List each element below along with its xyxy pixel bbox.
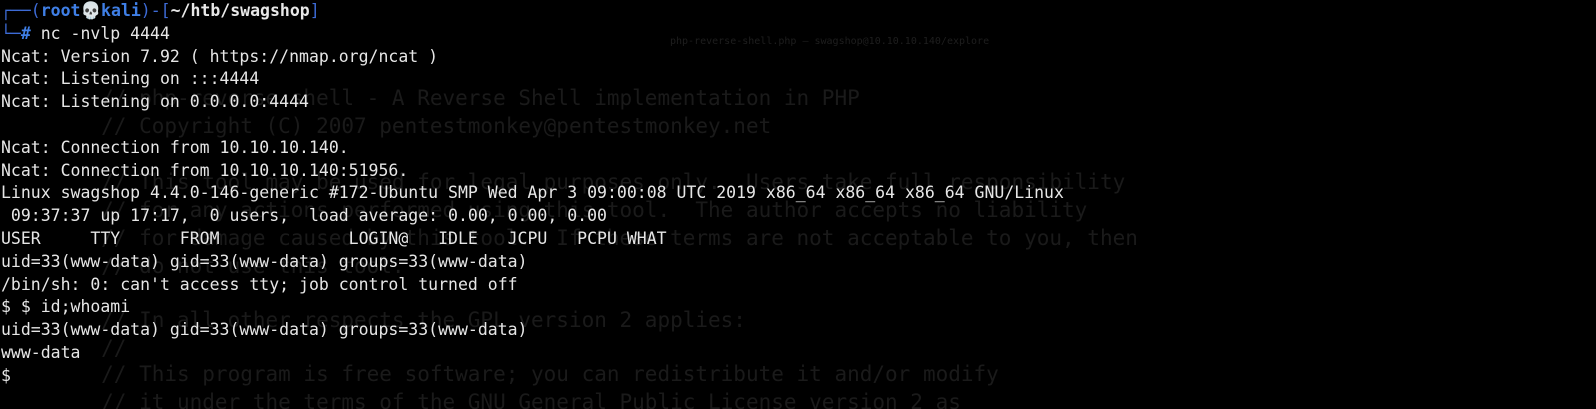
prompt-command-line: └─# nc -nvlp 4444	[1, 23, 1596, 46]
output-line: uid=33(www-data) gid=33(www-data) groups…	[1, 320, 528, 340]
prompt-separator: )-[	[140, 1, 171, 20]
output-line: Linux swagshop 4.4.0-146-generic #172-Ub…	[1, 183, 1064, 203]
output-line: Ncat: Listening on 0.0.0.0:4444	[1, 92, 309, 112]
terminal-window[interactable]: php-reverse-shell.php — swagshop@10.10.1…	[0, 0, 1596, 409]
terminal-output[interactable]: ┌──(root💀kali)-[~/htb/swagshop] └─# nc -…	[0, 0, 1596, 388]
output-line: USER TTY FROM LOGIN@ IDLE JCPU PCPU WHAT	[1, 228, 667, 248]
prompt-corner-bottom: └─	[1, 23, 21, 43]
prompt-corner-top: ┌──(	[1, 1, 41, 20]
skull-icon: 💀	[80, 1, 102, 20]
output-line: /bin/sh: 0: can't access tty; job contro…	[1, 274, 518, 294]
prompt-hash: #	[20, 23, 31, 43]
shell-prompt-line[interactable]: $	[1, 365, 1596, 388]
prompt-user: root	[40, 1, 81, 20]
output-line: $ $ id;whoami	[1, 297, 131, 317]
prompt-close-bracket: ]	[309, 1, 320, 20]
prompt-header-line: ┌──(root💀kali)-[~/htb/swagshop]	[1, 0, 1596, 23]
output-line: Ncat: Connection from 10.10.10.140:51956…	[1, 160, 409, 180]
output-line: Ncat: Connection from 10.10.10.140.	[1, 137, 349, 157]
output-line: Ncat: Listening on :::4444	[1, 69, 260, 89]
prompt-path: ~/htb/swagshop	[170, 1, 310, 20]
output-line: 09:37:37 up 17:17, 0 users, load average…	[1, 206, 607, 226]
output-line: Ncat: Version 7.92 ( https://nmap.org/nc…	[1, 46, 439, 66]
output-line: uid=33(www-data) gid=33(www-data) groups…	[1, 251, 528, 271]
output-line: www-data	[1, 342, 81, 362]
prompt-host: kali	[101, 1, 141, 20]
command-text: nc -nvlp 4444	[30, 23, 170, 43]
ghost-code-line: // it under the terms of the GNU General…	[0, 390, 961, 409]
